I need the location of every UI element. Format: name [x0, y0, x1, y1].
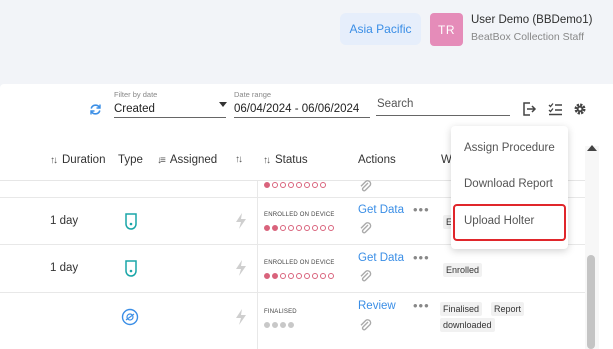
- top-bar: Asia Pacific TR User Demo (BBDemo1) Beat…: [0, 0, 613, 62]
- sort-icon: ↑↓: [235, 154, 243, 165]
- column-actions-label: Actions: [358, 154, 396, 166]
- status-badge: Enrolled: [443, 263, 483, 277]
- status-progress: [264, 182, 326, 188]
- more-options-icon[interactable]: •••: [413, 250, 430, 265]
- lightning-icon[interactable]: [234, 212, 248, 230]
- search-input[interactable]: Search: [377, 98, 413, 110]
- status-badge: downloaded: [440, 318, 495, 332]
- paperclip-icon[interactable]: [358, 179, 372, 193]
- table-row[interactable]: 1 day ENROLLED ON DEVICE Get Data ••• En…: [0, 245, 585, 293]
- status-progress: [264, 273, 334, 279]
- more-options-icon[interactable]: •••: [413, 298, 430, 313]
- column-type-label: Type: [118, 154, 143, 166]
- status-label: ENROLLED ON DEVICE: [264, 260, 335, 266]
- user-role: BeatBox Collection Staff: [471, 31, 585, 43]
- status-label: ENROLLED ON DEVICE: [264, 212, 335, 218]
- lightning-icon[interactable]: [234, 308, 248, 326]
- menu-item-assign-procedure[interactable]: Assign Procedure: [464, 142, 555, 154]
- column-actions: Actions: [358, 154, 396, 166]
- status-progress: [264, 225, 334, 231]
- get-data-link[interactable]: Get Data: [358, 252, 404, 264]
- column-assigned-label: Assigned: [169, 154, 218, 166]
- status-badge: Report: [491, 302, 525, 316]
- sort-icon: ↑↓: [50, 154, 58, 166]
- holter-device-icon: [125, 213, 137, 230]
- column-type[interactable]: Type: [118, 154, 143, 166]
- scrollbar-thumb[interactable]: [587, 255, 595, 349]
- more-options-icon[interactable]: •••: [413, 202, 430, 217]
- filter-by-date-label: Filter by date: [114, 90, 158, 99]
- export-icon[interactable]: [522, 102, 537, 116]
- column-duration[interactable]: ↑↓ Duration: [50, 154, 105, 166]
- filter-by-date-underline: [114, 117, 226, 118]
- column-assigned[interactable]: ↓≡ Assigned: [157, 154, 217, 166]
- column-duration-label: Duration: [62, 154, 106, 166]
- checklist-icon[interactable]: [548, 102, 563, 116]
- filter-by-date-select[interactable]: Created: [114, 103, 214, 115]
- paperclip-icon[interactable]: [358, 269, 372, 283]
- scroll-up-icon[interactable]: [587, 145, 597, 151]
- status-badge: Finalised: [440, 302, 483, 316]
- column-status[interactable]: ↑↓ Status: [263, 154, 308, 166]
- holter-device-icon: [125, 260, 137, 277]
- refresh-icon[interactable]: [89, 103, 102, 116]
- get-data-link[interactable]: Get Data: [358, 204, 404, 216]
- menu-item-download-report[interactable]: Download Report: [464, 178, 553, 190]
- sort-icon: ↑↓: [263, 154, 271, 166]
- lightning-icon[interactable]: [234, 259, 248, 277]
- date-range-input[interactable]: 06/04/2024 - 06/06/2024: [234, 103, 369, 115]
- column-status-label: Status: [275, 154, 308, 166]
- gear-icon[interactable]: [573, 102, 587, 116]
- sort-desc-icon: ↓≡: [157, 154, 166, 166]
- upload-holter-highlight: [453, 204, 566, 241]
- avatar[interactable]: TR: [430, 13, 463, 46]
- status-progress: [264, 322, 294, 328]
- column-sort-only[interactable]: ↑↓: [235, 154, 244, 165]
- date-range-underline: [234, 117, 370, 118]
- chevron-down-icon[interactable]: [219, 102, 227, 107]
- region-selector[interactable]: Asia Pacific: [340, 13, 421, 45]
- date-range-label: Date range: [234, 90, 272, 99]
- table-row[interactable]: FINALISED Review ••• Finalised Report do…: [0, 293, 585, 349]
- duration-cell: 1 day: [50, 262, 79, 274]
- search-underline: [376, 115, 510, 116]
- ecg-sensor-icon: [121, 308, 139, 326]
- review-link[interactable]: Review: [358, 300, 396, 312]
- status-label: FINALISED: [264, 309, 297, 315]
- paperclip-icon[interactable]: [358, 221, 372, 235]
- paperclip-icon[interactable]: [358, 318, 372, 332]
- user-name: User Demo (BBDemo1): [471, 14, 593, 26]
- duration-cell: 1 day: [50, 215, 79, 227]
